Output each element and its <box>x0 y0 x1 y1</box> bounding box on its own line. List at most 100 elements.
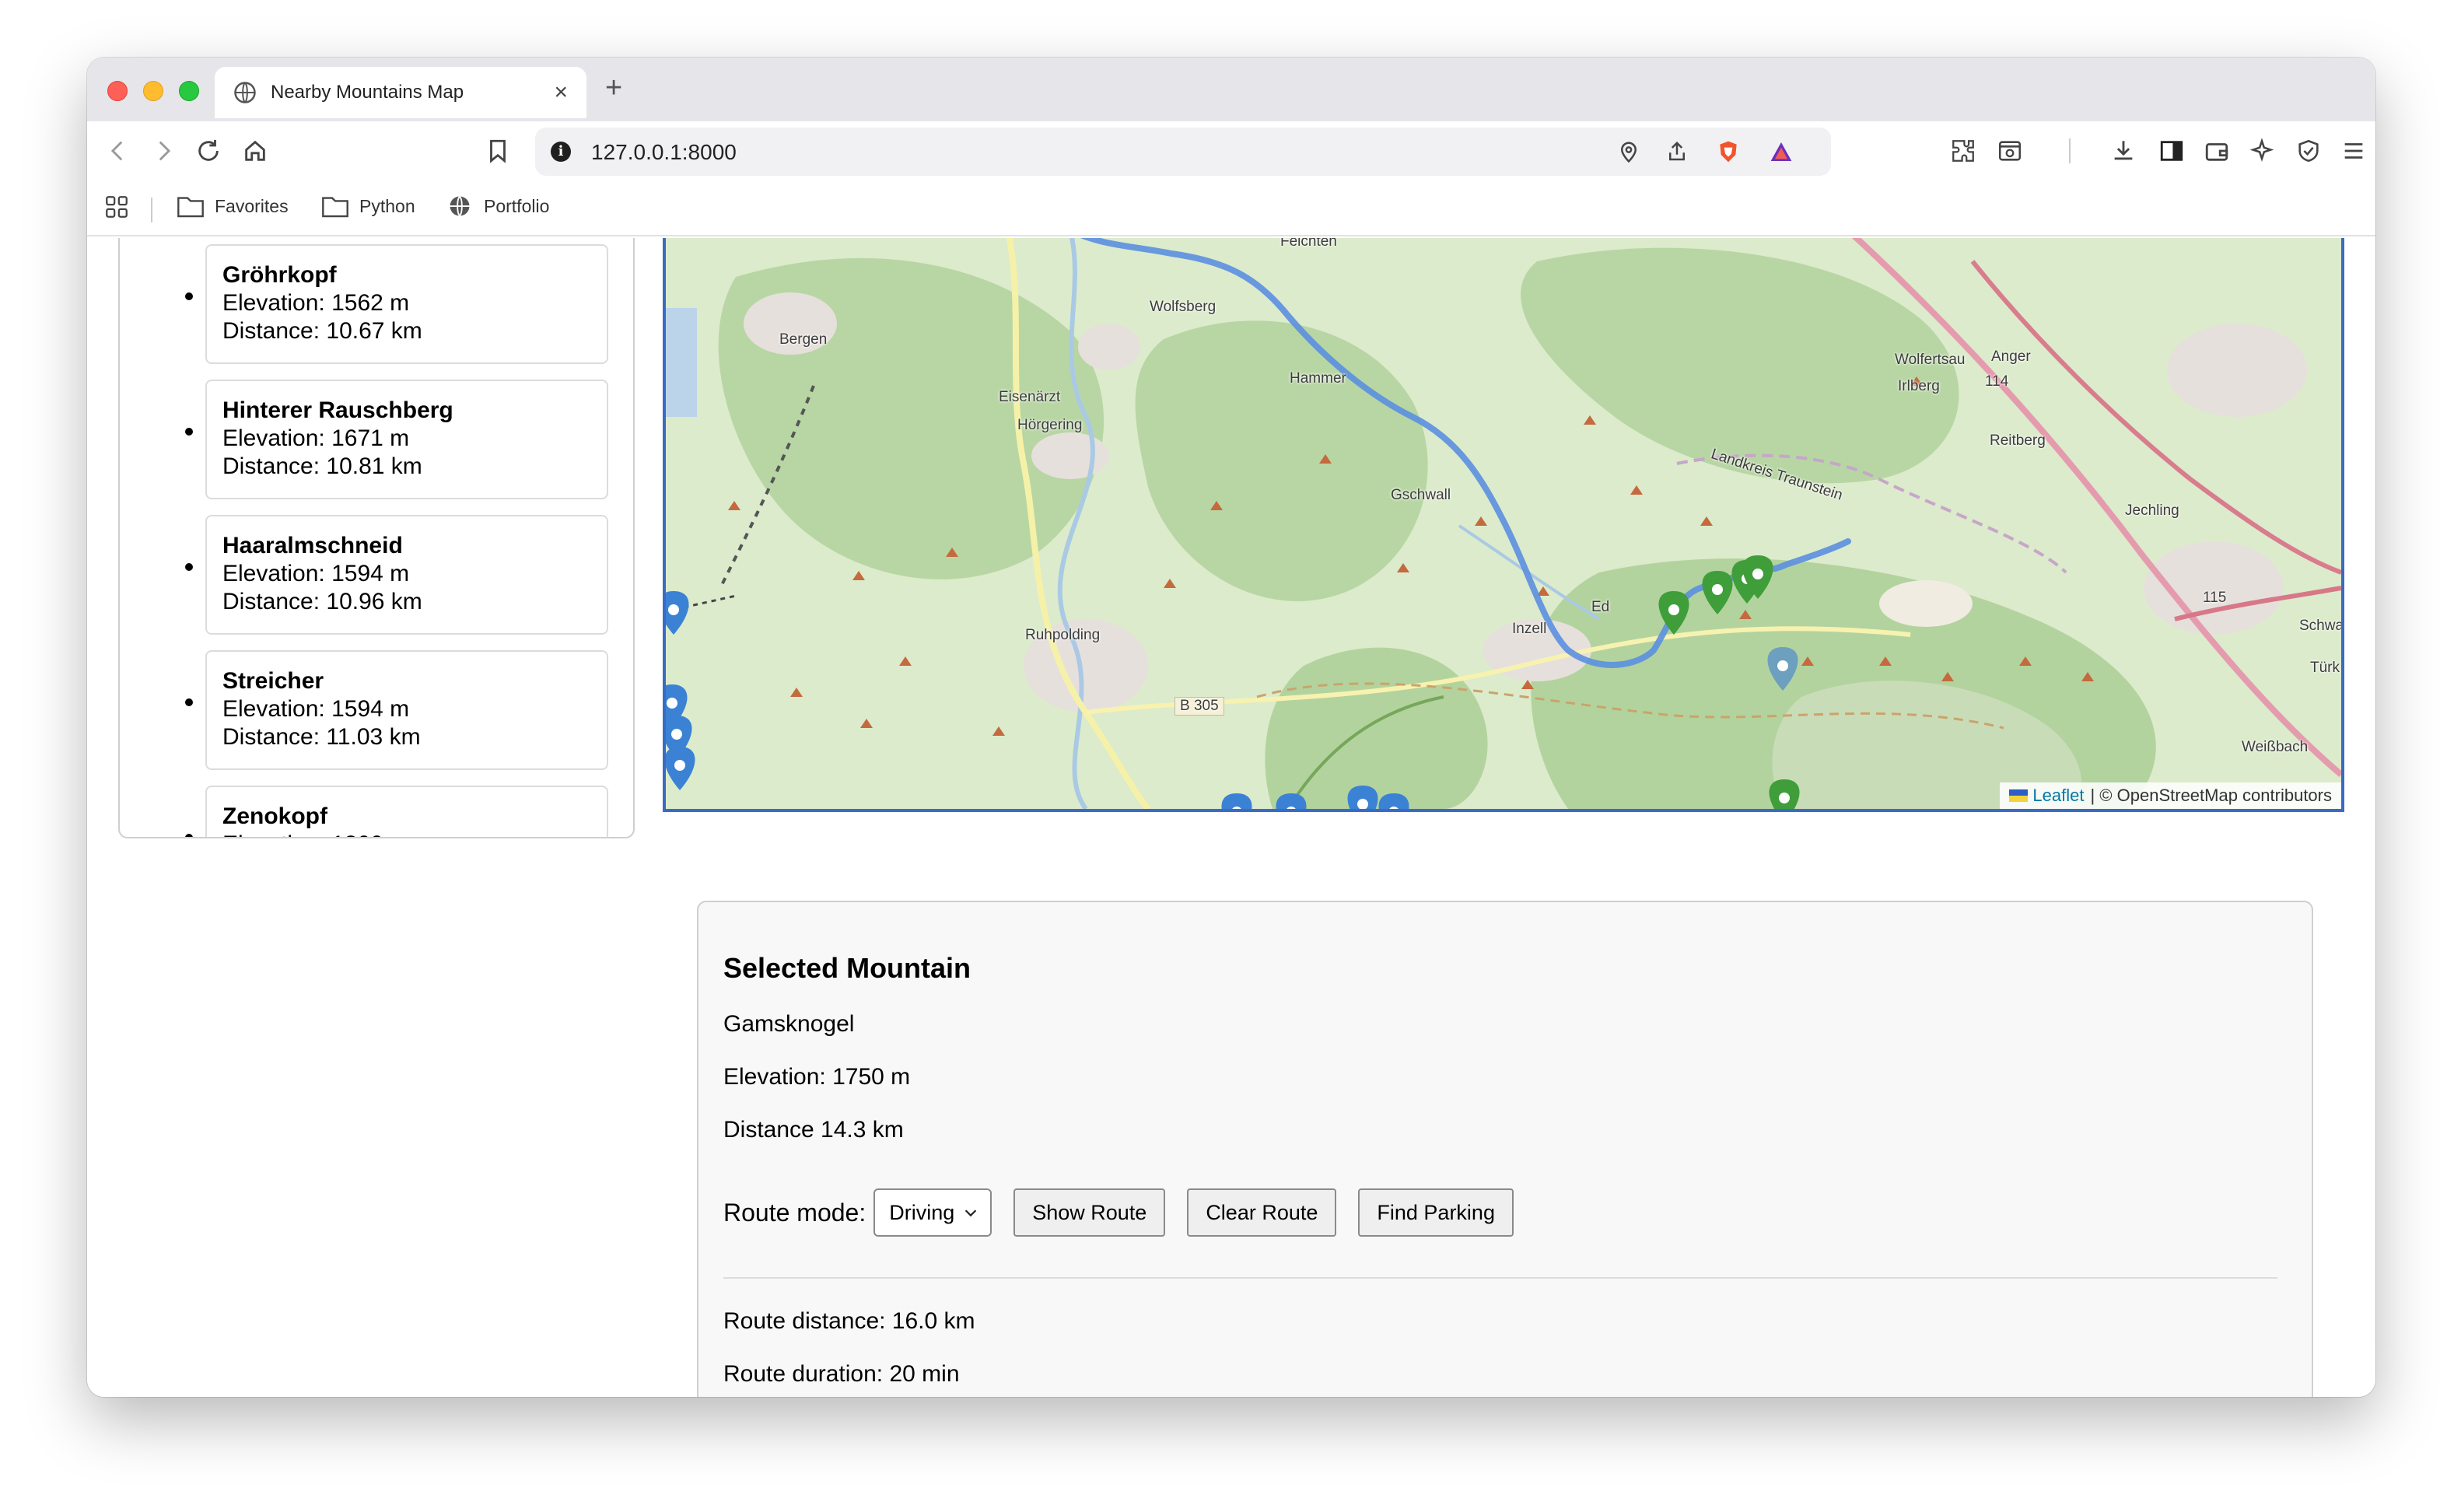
mountain-card[interactable]: Haaralmschneid Elevation: 1594 m Distanc… <box>205 515 608 635</box>
mountain-distance: Distance: 11.03 km <box>222 724 421 750</box>
route-distance: Route distance: 16.0 km <box>723 1308 975 1334</box>
mountain-name: Streicher <box>222 668 324 694</box>
bookmark-favorites[interactable]: Favorites <box>177 194 289 218</box>
menu-icon[interactable] <box>2338 135 2369 166</box>
panel-heading: Selected Mountain <box>723 952 971 984</box>
bookmark-portfolio[interactable]: Portfolio <box>446 194 549 218</box>
globe-icon <box>234 82 256 103</box>
mountain-name: Zenokopf <box>222 803 327 829</box>
map-attribution: Leaflet | © OpenStreetMap contributors <box>2000 782 2341 809</box>
clear-route-button[interactable]: Clear Route <box>1187 1188 1337 1237</box>
site-info-icon[interactable]: i <box>551 142 571 162</box>
url-text: 127.0.0.1:8000 <box>591 140 737 164</box>
selected-mountain-panel: Selected Mountain Gamsknogel Elevation: … <box>697 901 2313 1397</box>
map-marker-blue[interactable] <box>666 747 695 790</box>
new-tab-button[interactable]: + <box>605 73 622 103</box>
page-content: Gröhrkopf Elevation: 1562 m Distance: 10… <box>87 238 2375 1397</box>
bookmark-icon[interactable] <box>482 135 513 166</box>
list-bullet <box>185 834 193 837</box>
list-bullet <box>185 428 193 436</box>
mountain-name: Hinterer Rauschberg <box>222 397 453 423</box>
back-icon[interactable] <box>103 135 134 166</box>
toolbar-divider <box>2069 138 2071 163</box>
mountain-elevation: Elevation: 1800 m <box>222 831 607 837</box>
wallet-icon[interactable] <box>2201 135 2232 166</box>
divider <box>723 1277 2277 1279</box>
map-marker-green[interactable] <box>1702 571 1733 614</box>
ukraine-flag-icon <box>2009 789 2029 802</box>
brave-shields-icon[interactable] <box>1714 138 1742 166</box>
reload-icon[interactable] <box>193 135 224 166</box>
route-mode-label: Route mode: <box>723 1198 866 1227</box>
tab-close-icon[interactable]: × <box>554 81 568 104</box>
show-route-button[interactable]: Show Route <box>1013 1188 1166 1237</box>
mountain-card[interactable]: Zenokopf Elevation: 1800 m <box>205 786 608 837</box>
selected-mountain-name: Gamsknogel <box>723 1011 855 1037</box>
route-controls: Route mode: Driving Show Route Clear Rou… <box>723 1188 1514 1237</box>
leo-ai-icon[interactable] <box>2246 135 2277 166</box>
forward-icon[interactable] <box>148 135 179 166</box>
mountain-name: Gröhrkopf <box>222 262 337 288</box>
map-marker-blue[interactable] <box>1378 793 1409 809</box>
location-icon[interactable] <box>1615 138 1643 166</box>
globe-icon <box>450 195 470 217</box>
minimize-window-button[interactable] <box>143 81 163 101</box>
leaflet-link[interactable]: Leaflet <box>2032 786 2084 806</box>
browser-window: Nearby Mountains Map × + i 127.0.0.1:800… <box>87 58 2375 1397</box>
browser-toolbar: i 127.0.0.1:8000 <box>87 121 2375 180</box>
find-parking-button[interactable]: Find Parking <box>1358 1188 1514 1237</box>
folder-icon <box>177 197 204 218</box>
tab-strip: Nearby Mountains Map × + <box>87 58 2375 121</box>
mountain-elevation: Elevation: 1671 m <box>222 425 410 451</box>
search-tab-icon[interactable] <box>1994 135 2025 166</box>
mountain-distance: Distance: 10.96 km <box>222 589 422 614</box>
selected-mountain-elevation: Elevation: 1750 m <box>723 1064 911 1090</box>
route-mode-value: Driving <box>889 1200 955 1224</box>
mountain-distance: Distance: 10.67 km <box>222 318 422 344</box>
map-marker-blue[interactable] <box>666 591 689 635</box>
map-view[interactable]: Feichten Wolfsberg Bergen Eisenärzt Hörg… <box>663 238 2344 812</box>
brave-rewards-icon[interactable] <box>1767 138 1795 166</box>
route-mode-select[interactable]: Driving <box>873 1188 992 1237</box>
bookmark-label: Favorites <box>215 195 289 216</box>
bookmarks-bar: Favorites Python Portfolio <box>87 180 2375 236</box>
map-markers <box>666 555 1800 809</box>
bookmarks-divider <box>151 198 152 222</box>
mountain-card[interactable]: Hinterer Rauschberg Elevation: 1671 m Di… <box>205 380 608 499</box>
mountain-card[interactable]: Gröhrkopf Elevation: 1562 m Distance: 10… <box>205 244 608 364</box>
extensions-icon[interactable] <box>1948 135 1979 166</box>
home-icon[interactable] <box>240 135 271 166</box>
list-bullet <box>185 698 193 706</box>
mountain-list-panel[interactable]: Gröhrkopf Elevation: 1562 m Distance: 10… <box>118 238 635 838</box>
bookmark-label: Portfolio <box>484 195 550 216</box>
share-icon[interactable] <box>1663 138 1691 166</box>
mountain-elevation: Elevation: 1594 m <box>222 561 410 586</box>
apps-grid-icon[interactable] <box>101 191 132 222</box>
mountain-elevation: Elevation: 1594 m <box>222 696 410 722</box>
address-bar[interactable]: i 127.0.0.1:8000 <box>535 128 1831 176</box>
map-marker-blue[interactable] <box>1276 793 1307 809</box>
mountain-distance: Distance: 10.81 km <box>222 453 422 479</box>
list-bullet <box>185 563 193 571</box>
mountain-card[interactable]: Streicher Elevation: 1594 m Distance: 11… <box>205 650 608 770</box>
list-bullet <box>185 292 193 300</box>
mountain-elevation: Elevation: 1562 m <box>222 290 410 316</box>
sidebar-icon[interactable] <box>2156 135 2187 166</box>
tab-title: Nearby Mountains Map <box>271 82 464 103</box>
zoom-window-button[interactable] <box>179 81 199 101</box>
route-duration: Route duration: 20 min <box>723 1361 960 1387</box>
bookmark-label: Python <box>359 195 415 216</box>
folder-icon <box>322 197 348 218</box>
close-window-button[interactable] <box>107 81 128 101</box>
map-marker-blue[interactable] <box>1221 793 1252 809</box>
tab-nearby-mountains[interactable]: Nearby Mountains Map × <box>215 67 586 118</box>
selected-mountain-distance: Distance 14.3 km <box>723 1117 904 1143</box>
downloads-icon[interactable] <box>2108 135 2139 166</box>
map-marker-muted[interactable] <box>1767 647 1798 691</box>
map-marker-green[interactable] <box>1658 591 1689 635</box>
map-marker-green[interactable] <box>1769 779 1800 809</box>
mountain-name: Haaralmschneid <box>222 533 403 558</box>
map-marker-blue[interactable] <box>1347 786 1378 809</box>
vpn-shield-icon[interactable] <box>2293 135 2324 166</box>
bookmark-python[interactable]: Python <box>322 194 415 218</box>
